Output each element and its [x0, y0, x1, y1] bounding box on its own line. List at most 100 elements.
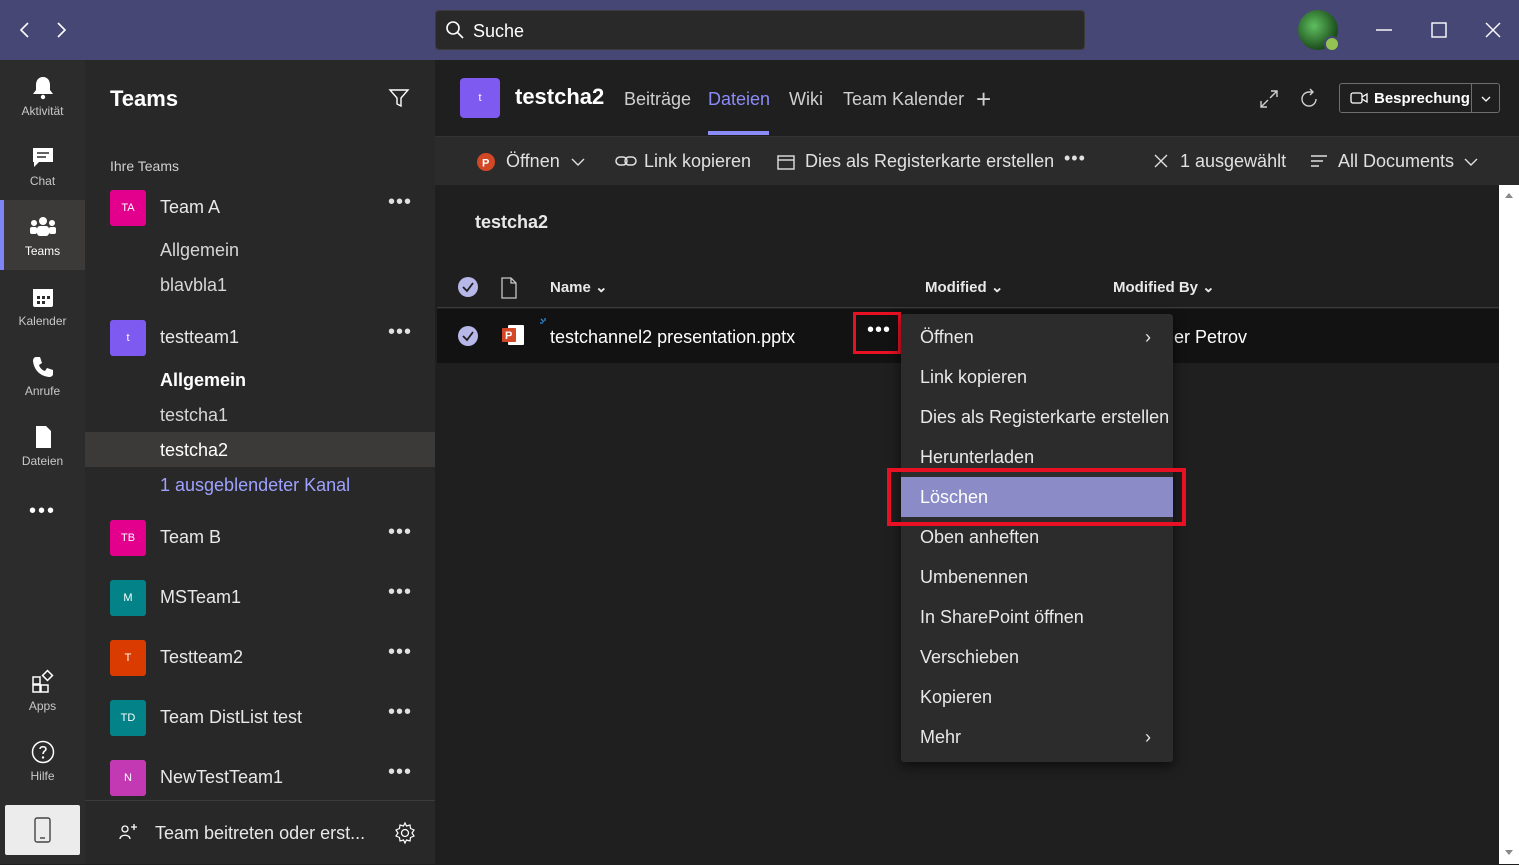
select-all-check-icon[interactable] — [457, 276, 479, 298]
rail-item-files[interactable]: Dateien — [0, 410, 85, 480]
menu-item-more[interactable]: Mehr › — [901, 717, 1173, 757]
rail-label-calls: Anrufe — [24, 384, 61, 398]
menu-item-copy[interactable]: Kopieren — [901, 677, 1173, 717]
team-more-options-icon[interactable]: ••• — [388, 581, 412, 604]
tab-team-kalender[interactable]: Team Kalender — [843, 89, 964, 110]
channel-item-allgemein-testteam1[interactable]: Allgemein — [85, 362, 435, 397]
more-dots-icon: ••• — [867, 319, 892, 341]
help-icon — [31, 740, 54, 764]
menu-item-label: Kopieren — [920, 687, 993, 707]
menu-item-open-in-sharepoint[interactable]: In SharePoint öffnen — [901, 597, 1173, 637]
user-avatar[interactable] — [1298, 10, 1340, 52]
make-tab-command[interactable]: Dies als Registerkarte erstellen — [805, 151, 1054, 172]
join-team-icon — [117, 821, 141, 845]
rail-label-chat: Chat — [29, 174, 56, 188]
menu-item-label: Link kopieren — [920, 367, 1028, 387]
channel-item-blavbla1[interactable]: blavbla1 — [85, 267, 435, 302]
settings-gear-icon[interactable] — [393, 821, 417, 845]
channel-title: testcha2 — [515, 84, 605, 109]
expand-icon[interactable] — [1258, 88, 1280, 110]
add-tab-button[interactable]: + — [976, 84, 991, 115]
active-tab-indicator — [708, 131, 769, 135]
mobile-app-button[interactable] — [5, 805, 80, 855]
status-available-icon — [1324, 36, 1340, 52]
team-name: MSTeam1 — [160, 587, 242, 607]
back-arrow-icon[interactable] — [13, 18, 37, 42]
menu-item-copy-link[interactable]: Link kopieren — [901, 357, 1173, 397]
rail-item-calendar[interactable]: Kalender — [0, 270, 85, 340]
more-commands-icon[interactable]: ••• — [1064, 148, 1086, 169]
rail-item-apps[interactable]: Apps — [0, 655, 85, 725]
chevron-down-icon[interactable] — [1480, 93, 1492, 105]
team-item-newtestteam1[interactable]: N NewTestTeam1 ••• — [85, 753, 435, 803]
rail-item-help[interactable]: Hilfe — [0, 725, 85, 795]
team-more-options-icon[interactable]: ••• — [388, 521, 412, 544]
team-tile: TB — [110, 520, 146, 556]
tab-wiki[interactable]: Wiki — [789, 89, 823, 110]
view-selector[interactable]: All Documents — [1338, 151, 1454, 172]
rail-item-teams[interactable]: Teams — [0, 200, 85, 270]
team-item-testteam1[interactable]: t testteam1 ••• — [85, 313, 435, 363]
meeting-divider — [1471, 84, 1472, 112]
hidden-channels-link[interactable]: 1 ausgeblendeter Kanal — [85, 467, 435, 502]
channel-label: Allgemein — [160, 370, 247, 390]
team-item-team-b[interactable]: TB Team B ••• — [85, 513, 435, 563]
menu-item-rename[interactable]: Umbenennen — [901, 557, 1173, 597]
rail-item-calls[interactable]: Anrufe — [0, 340, 85, 410]
powerpoint-file-icon: P — [502, 325, 524, 345]
search-icon — [446, 21, 464, 39]
tab-beitraege[interactable]: Beiträge — [624, 89, 691, 110]
filter-icon[interactable] — [387, 86, 411, 110]
forward-arrow-icon[interactable] — [49, 18, 73, 42]
maximize-icon[interactable] — [1427, 18, 1451, 42]
sidebar-title: Teams — [110, 86, 179, 111]
menu-item-make-tab[interactable]: Dies als Registerkarte erstellen — [901, 397, 1173, 437]
team-more-options-icon[interactable]: ••• — [388, 641, 412, 664]
channel-item-allgemein[interactable]: Allgemein — [85, 232, 435, 267]
menu-item-open[interactable]: Öffnen › — [901, 317, 1173, 357]
video-camera-icon — [1350, 92, 1368, 104]
team-more-options-icon[interactable]: ••• — [388, 191, 412, 214]
rail-item-chat[interactable]: Chat — [0, 130, 85, 200]
team-item-team-distlist-test[interactable]: TD Team DistList test ••• — [85, 693, 435, 743]
open-command[interactable]: Öffnen — [506, 151, 560, 172]
scrollbar[interactable] — [1499, 185, 1519, 864]
close-window-icon[interactable] — [1481, 18, 1505, 42]
column-header-modified-by[interactable]: Modified By ⌄ — [1113, 278, 1215, 296]
app-rail: Aktivität Chat Teams Kalender Anrufe Dat… — [0, 60, 85, 864]
minimize-icon[interactable] — [1372, 18, 1396, 42]
team-more-options-icon[interactable]: ••• — [388, 321, 412, 344]
rail-more-apps[interactable]: ••• — [0, 490, 85, 540]
scroll-up-arrow-icon[interactable] — [1504, 191, 1514, 199]
clear-selection-icon[interactable] — [1153, 153, 1169, 169]
team-item-testteam2[interactable]: T Testteam2 ••• — [85, 633, 435, 683]
chevron-down-icon[interactable] — [570, 155, 586, 169]
command-bar: P Öffnen Link kopieren Dies als Register… — [435, 137, 1519, 185]
chevron-down-icon: ⌄ — [1202, 279, 1215, 296]
meeting-button[interactable]: Besprechung — [1339, 83, 1500, 113]
team-item-team-a[interactable]: TA Team A ••• — [85, 183, 435, 233]
column-header-name[interactable]: Name ⌄ — [550, 278, 608, 296]
column-header-modified[interactable]: Modified ⌄ — [925, 278, 1003, 296]
channel-item-testcha2[interactable]: testcha2 — [85, 432, 435, 467]
chevron-down-icon[interactable] — [1463, 155, 1479, 169]
row-more-options-button[interactable]: ••• — [853, 312, 901, 354]
team-more-options-icon[interactable]: ••• — [388, 701, 412, 724]
rail-label-help: Hilfe — [30, 769, 55, 783]
channel-item-testcha1[interactable]: testcha1 — [85, 397, 435, 432]
search-placeholder: Suche — [473, 21, 525, 41]
team-more-options-icon[interactable]: ••• — [388, 761, 412, 784]
scroll-down-arrow-icon[interactable] — [1504, 849, 1514, 857]
row-check-icon[interactable] — [457, 325, 479, 347]
refresh-icon[interactable] — [1298, 88, 1320, 110]
file-name[interactable]: testchannel2 presentation.pptx — [550, 327, 795, 348]
copy-link-command[interactable]: Link kopieren — [644, 151, 751, 172]
breadcrumb[interactable]: testcha2 — [475, 212, 548, 233]
menu-item-label: Oben anheften — [920, 527, 1040, 547]
tab-dateien[interactable]: Dateien — [708, 89, 770, 110]
menu-item-move[interactable]: Verschieben — [901, 637, 1173, 677]
team-item-msteam1[interactable]: M MSTeam1 ••• — [85, 573, 435, 623]
rail-item-activity[interactable]: Aktivität — [0, 60, 85, 130]
join-or-create-team-link[interactable]: Team beitreten oder erst... — [155, 823, 365, 844]
search-input[interactable]: Suche — [435, 10, 1085, 50]
